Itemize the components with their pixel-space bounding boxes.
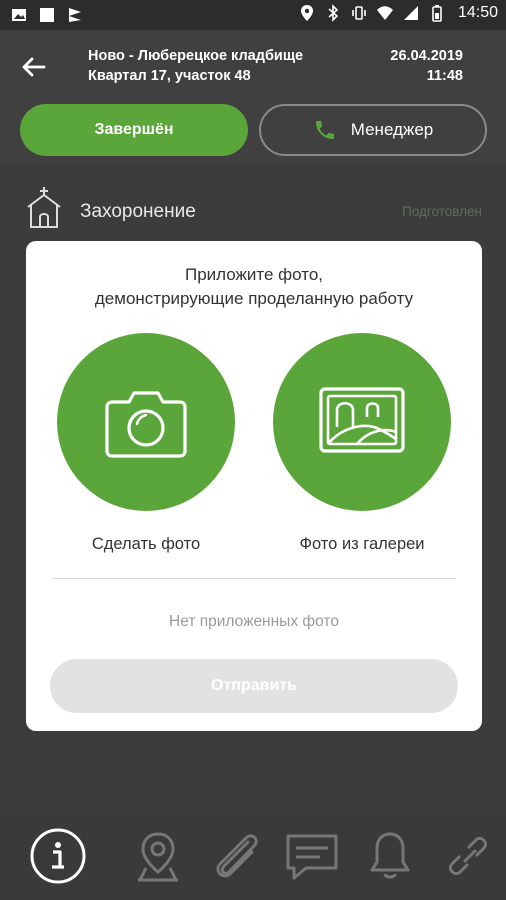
phone-icon	[315, 121, 334, 139]
square-icon	[40, 8, 54, 22]
map-pin-icon[interactable]	[126, 824, 190, 888]
flag-icon	[69, 8, 81, 22]
plot-location: Квартал 17, участок 48	[88, 68, 251, 84]
divider	[52, 578, 456, 579]
image-icon	[12, 9, 26, 21]
location-icon	[300, 5, 313, 21]
prompt-line-1: Приложите фото,	[184, 265, 324, 284]
manager-button-label: Менеджер	[350, 120, 434, 139]
done-button[interactable]: Завершён	[20, 104, 248, 156]
bell-icon[interactable]	[358, 824, 422, 888]
take-photo-label[interactable]: Сделать фото	[46, 535, 246, 554]
wifi-icon	[376, 6, 393, 20]
bluetooth-icon	[328, 4, 339, 22]
attach-photo-dialog: Приложите фото, демонстрирующие проделан…	[26, 241, 482, 731]
gallery-icon	[319, 387, 405, 453]
chat-icon[interactable]	[280, 824, 344, 888]
vibrate-icon	[352, 6, 366, 20]
church-icon	[27, 187, 61, 228]
clock: 14:50	[457, 4, 498, 21]
camera-icon	[105, 391, 187, 458]
section-status: Подготовлен	[402, 204, 482, 219]
empty-photos-text: Нет приложенных фото	[169, 613, 339, 630]
manager-button[interactable]: Менеджер	[259, 104, 487, 156]
place-info: Ново - Люберецкое кладбище Квартал 17, у…	[88, 46, 303, 86]
take-photo-button[interactable]	[57, 333, 235, 511]
header: Ново - Люберецкое кладбище Квартал 17, у…	[0, 30, 506, 165]
gallery-button[interactable]	[273, 333, 451, 511]
signal-icon	[403, 6, 418, 20]
info-icon[interactable]	[26, 824, 90, 888]
dialog-prompt: Приложите фото, демонстрирующие проделан…	[26, 263, 482, 311]
prompt-line-2: демонстрирующие проделанную работу	[94, 289, 414, 308]
paperclip-icon[interactable]	[204, 824, 268, 888]
burial-section: Захоронение Подготовлен	[24, 185, 494, 235]
battery-icon	[432, 5, 442, 22]
send-button[interactable]: Отправить	[50, 659, 458, 713]
cemetery-name: Ново - Люберецкое кладбище	[88, 48, 304, 64]
bottom-navigation	[0, 810, 506, 900]
date-time: 26.04.2019 11:48	[390, 46, 463, 86]
status-bar: 14:50	[0, 0, 506, 30]
gallery-label[interactable]: Фото из галереи	[262, 535, 462, 554]
section-title: Захоронение	[80, 201, 196, 222]
time: 11:48	[426, 68, 463, 84]
link-icon[interactable]	[436, 824, 500, 888]
date: 26.04.2019	[390, 48, 463, 64]
back-arrow-icon[interactable]	[18, 52, 48, 82]
